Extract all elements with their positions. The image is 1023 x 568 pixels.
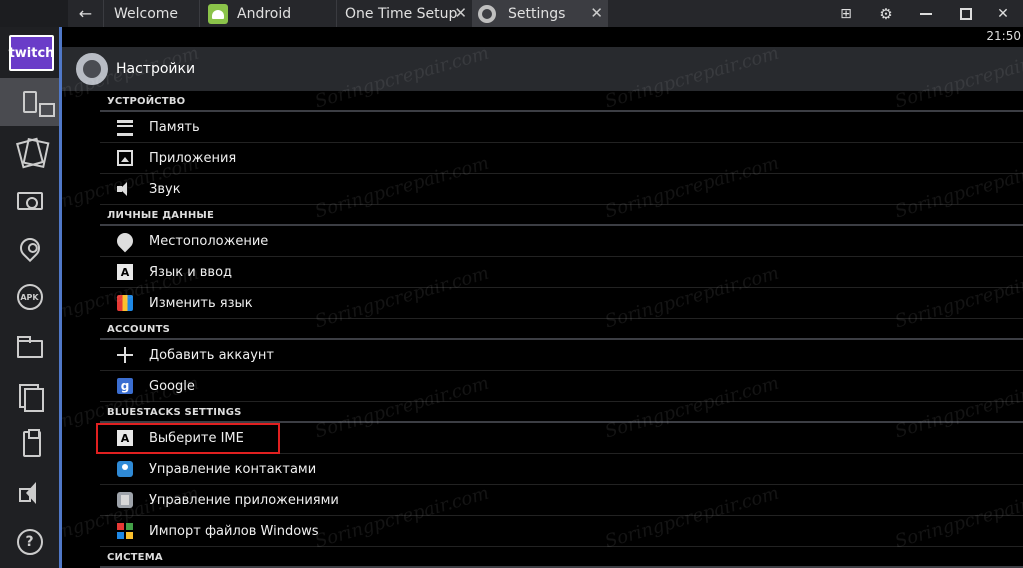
- section-header-personal: ЛИЧНЫЕ ДАННЫЕ: [100, 205, 1023, 226]
- shake-icon: [17, 137, 43, 163]
- camera-icon: [16, 192, 43, 210]
- sidebar-item-rotate[interactable]: [0, 78, 59, 126]
- section-header-device: УСТРОЙСТВО: [100, 91, 1023, 112]
- sidebar-item-help[interactable]: ?: [0, 518, 59, 566]
- settings-item-label: Язык и ввод: [149, 264, 233, 280]
- action-bar: Настройки: [62, 47, 1023, 91]
- change-language-icon: [117, 295, 133, 311]
- sound-icon: [117, 181, 133, 197]
- settings-item-label: Изменить язык: [149, 295, 253, 311]
- settings-item-label: Управление контактами: [149, 461, 317, 477]
- apps-icon: [117, 150, 133, 166]
- sidebar-item-folder[interactable]: [0, 322, 59, 370]
- location-pin-icon: [15, 233, 44, 263]
- settings-list: УСТРОЙСТВО Память Приложения Звук ЛИЧНЫЕ…: [96, 91, 1023, 568]
- settings-item-label: Память: [149, 119, 200, 135]
- settings-item-select-ime[interactable]: A Выберите IME: [96, 423, 1023, 454]
- back-arrow-icon: ←: [78, 4, 93, 23]
- title-bar-corner: [0, 0, 68, 27]
- tab-one-time-setup-close-icon[interactable]: ✕: [454, 4, 467, 22]
- tab-welcome[interactable]: Welcome: [103, 0, 199, 27]
- settings-item-label: Местоположение: [149, 233, 269, 249]
- sidebar-item-copy[interactable]: [0, 371, 59, 419]
- tab-settings[interactable]: Settings ✕: [472, 0, 608, 27]
- tab-one-time-setup-label: One Time Setup: [345, 5, 458, 22]
- folder-icon: [16, 335, 43, 358]
- sidebar-item-location[interactable]: [0, 224, 59, 272]
- memory-icon: [117, 120, 133, 136]
- sidebar-item-apk[interactable]: APK: [0, 273, 59, 321]
- tab-settings-close-icon[interactable]: ✕: [590, 4, 603, 22]
- sidebar: twitch APK ?: [0, 27, 62, 568]
- settings-item-change-language[interactable]: Изменить язык: [100, 288, 1023, 319]
- settings-item-import-windows-files[interactable]: Импорт файлов Windows: [100, 516, 1023, 547]
- sidebar-item-paste[interactable]: [0, 420, 59, 468]
- app-manage-icon: [117, 492, 133, 508]
- section-header-accounts: ACCOUNTS: [100, 319, 1023, 340]
- twitch-logo[interactable]: twitch: [9, 35, 54, 71]
- rotate-screen-icon: [22, 91, 55, 117]
- minimize-button[interactable]: [906, 0, 946, 27]
- status-bar: 21:50: [62, 27, 1023, 47]
- section-header-system: СИСТЕМА: [100, 547, 1023, 568]
- page-title: Настройки: [116, 61, 196, 77]
- sidebar-item-volume[interactable]: [0, 469, 59, 517]
- minimize-icon: [920, 12, 932, 15]
- settings-item-label: Звук: [149, 181, 181, 197]
- settings-item-label: Импорт файлов Windows: [149, 523, 319, 539]
- tab-android-label: Android: [237, 5, 292, 22]
- section-header-bluestacks: BLUESTACKS SETTINGS: [100, 402, 1023, 423]
- tab-welcome-label: Welcome: [114, 5, 179, 22]
- status-clock: 21:50: [986, 29, 1021, 43]
- settings-item-language-input[interactable]: A Язык и ввод: [100, 257, 1023, 288]
- add-icon: [117, 347, 133, 363]
- window-title-bar: ← Welcome Android One Time Setup ✕ Setti…: [0, 0, 1023, 27]
- tab-one-time-setup[interactable]: One Time Setup ✕: [336, 0, 472, 27]
- settings-item-memory[interactable]: Память: [100, 112, 1023, 143]
- sidebar-item-shake[interactable]: [0, 126, 59, 174]
- maximize-button[interactable]: [946, 0, 986, 27]
- close-button[interactable]: ✕: [983, 0, 1023, 27]
- multi-instance-icon[interactable]: ⊞: [826, 0, 866, 27]
- maximize-icon: [960, 7, 972, 20]
- settings-item-sound[interactable]: Звук: [100, 174, 1023, 205]
- help-icon: ?: [16, 529, 43, 555]
- contacts-icon: [117, 461, 133, 477]
- settings-item-label: Google: [149, 378, 195, 394]
- ime-icon: A: [117, 430, 133, 446]
- android-icon: [208, 3, 228, 24]
- settings-app-gear-icon[interactable]: [76, 53, 108, 85]
- settings-item-google[interactable]: g Google: [100, 371, 1023, 402]
- back-button[interactable]: ←: [68, 0, 103, 27]
- location-icon: [113, 229, 137, 253]
- settings-item-label: Выберите IME: [149, 430, 244, 446]
- gear-icon[interactable]: ⚙: [866, 0, 906, 27]
- language-icon: A: [117, 264, 133, 280]
- settings-item-manage-apps[interactable]: Управление приложениями: [100, 485, 1023, 516]
- settings-item-apps[interactable]: Приложения: [100, 143, 1023, 174]
- settings-item-manage-contacts[interactable]: Управление контактами: [100, 454, 1023, 485]
- settings-item-add-account[interactable]: Добавить аккаунт: [100, 340, 1023, 371]
- tab-settings-label: Settings: [508, 5, 566, 22]
- copy-icon: [17, 382, 44, 412]
- sidebar-item-screenshot[interactable]: [0, 175, 59, 223]
- apk-icon: APK: [16, 284, 43, 310]
- android-screen: 21:50 Настройки УСТРОЙСТВО Память Прилож…: [62, 27, 1023, 568]
- windows-icon: [117, 523, 133, 539]
- tab-android[interactable]: Android: [199, 0, 336, 27]
- settings-item-label: Добавить аккаунт: [149, 347, 274, 363]
- clipboard-icon: [22, 429, 41, 457]
- speaker-icon: [17, 480, 43, 506]
- settings-item-location[interactable]: Местоположение: [100, 226, 1023, 257]
- settings-item-label: Управление приложениями: [149, 492, 339, 508]
- google-icon: g: [117, 378, 133, 394]
- settings-item-label: Приложения: [149, 150, 237, 166]
- settings-tab-gear-icon: [478, 4, 496, 23]
- close-icon: ✕: [997, 5, 1009, 22]
